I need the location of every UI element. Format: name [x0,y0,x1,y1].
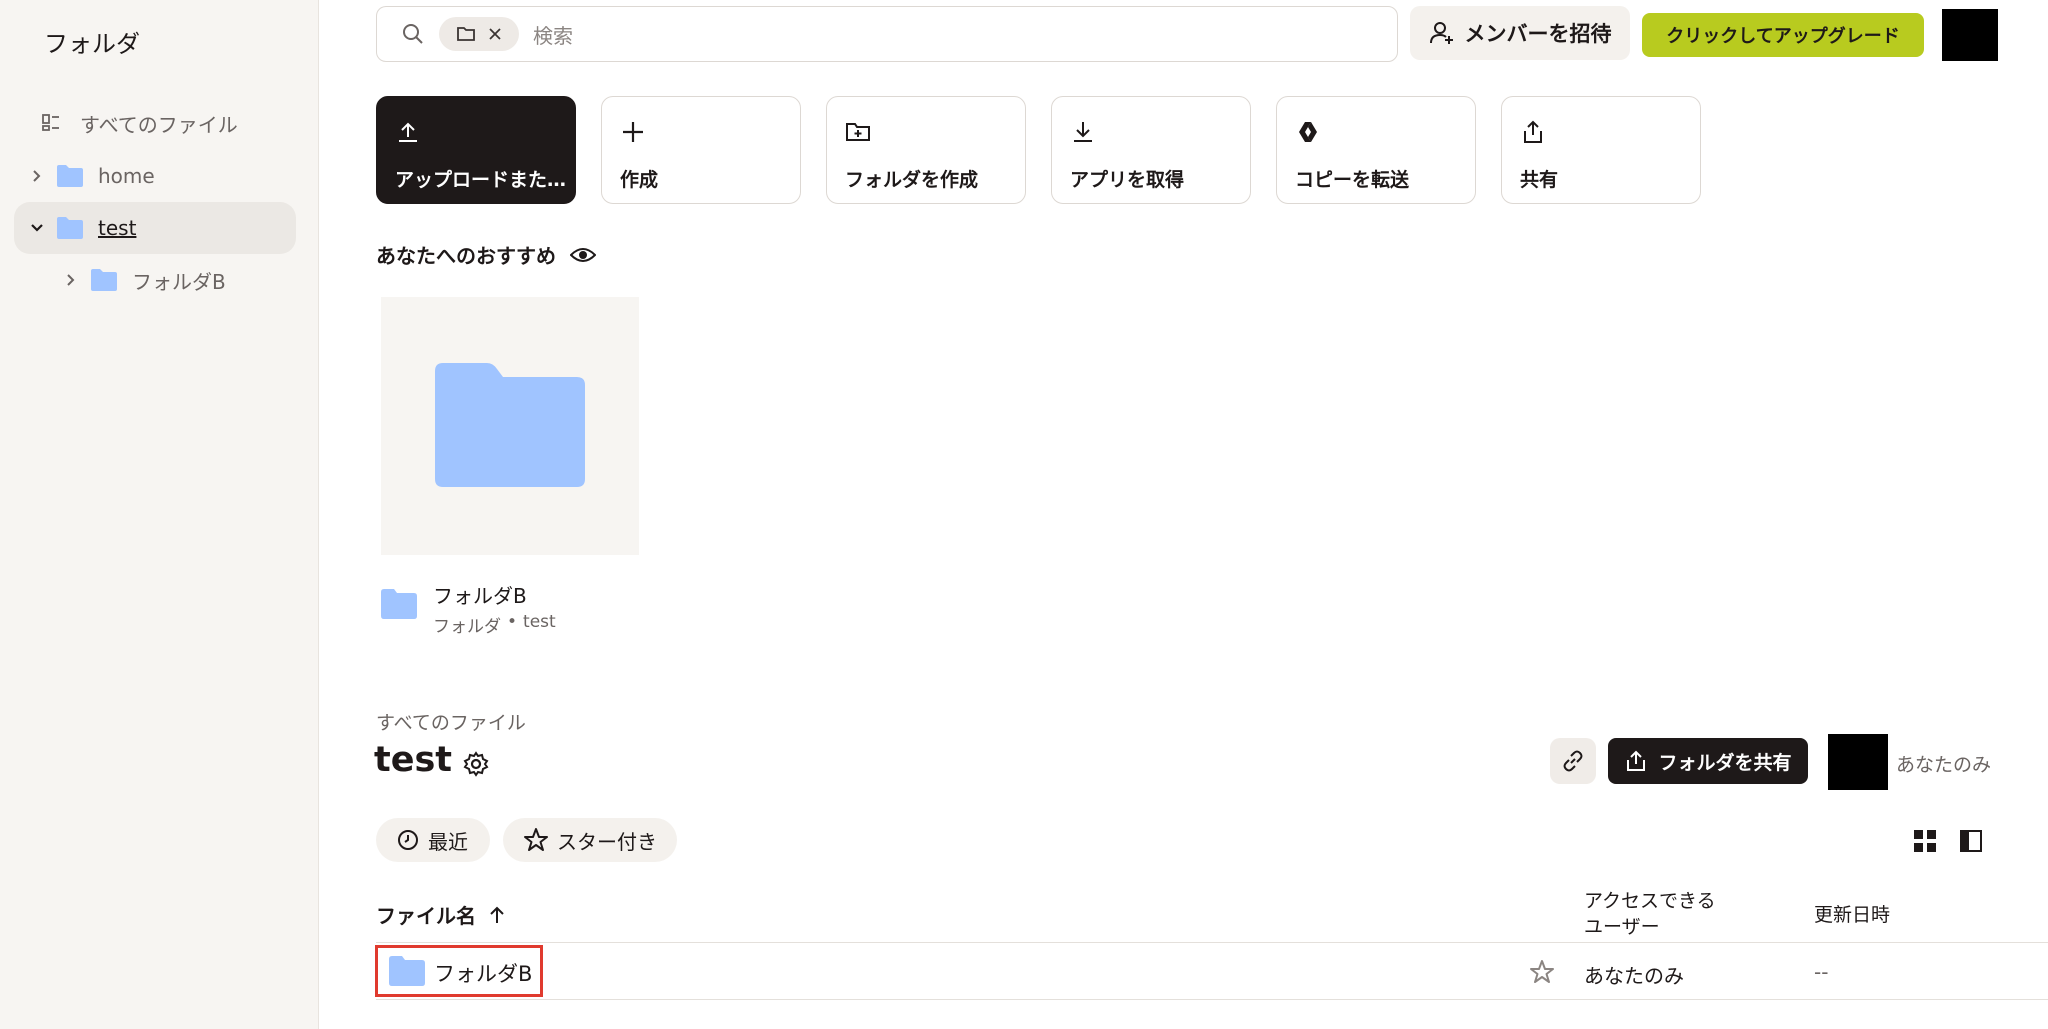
invite-members-button[interactable]: メンバーを招待 [1410,6,1630,60]
column-header-access[interactable]: アクセスできる ユーザー [1584,888,1716,940]
tile-label: フォルダを作成 [845,169,979,191]
column-header-label: アクセスできる [1584,890,1716,912]
side-panel-icon[interactable] [1958,828,1984,854]
copy-link-button[interactable] [1550,738,1596,784]
folder-icon [90,268,118,292]
share-folder-button[interactable]: フォルダを共有 [1608,738,1808,784]
clock-icon [396,828,420,852]
close-icon[interactable] [488,27,502,41]
share-folder-label: フォルダを共有 [1658,751,1792,774]
filter-label: スター付き [557,829,657,854]
upload-button[interactable]: アップロードまた… [376,96,576,204]
search-input[interactable]: 検索 [533,20,573,49]
avatar[interactable] [1828,734,1888,790]
gear-icon[interactable] [462,750,490,778]
chevron-right-icon[interactable] [62,271,80,289]
suggestions-title: あなたへのおすすめ [376,244,556,268]
suggestion-thumbnail[interactable] [381,297,639,555]
get-app-button[interactable]: アプリを取得 [1051,96,1251,204]
plus-icon [620,119,646,145]
share-icon [1520,119,1546,145]
access-status: あなたのみ [1896,754,1992,776]
avatar[interactable] [1942,9,1998,61]
column-header-name[interactable]: ファイル名 [376,900,506,929]
file-name-link[interactable]: フォルダB [434,958,532,988]
modified-cell: -- [1814,960,1829,984]
suggestion-name[interactable]: フォルダB [433,580,527,609]
folder-icon [435,363,585,487]
sidebar-item-label: すべてのファイル [80,112,238,137]
sidebar-title: フォルダ [44,30,140,58]
sidebar-item-label: フォルダB [132,269,226,294]
sidebar-item-folder-b[interactable]: フォルダB [14,254,296,306]
page-title: test [374,740,453,780]
transfer-copy-button[interactable]: コピーを転送 [1276,96,1476,204]
star-icon[interactable] [1528,958,1556,986]
download-icon [1070,119,1096,145]
chevron-down-icon[interactable] [28,219,46,237]
folder-filter-chip[interactable] [439,17,519,51]
tile-label: コピーを転送 [1295,169,1410,191]
search-bar[interactable]: 検索 [376,6,1398,62]
folder-icon [56,164,84,188]
transfer-icon [1295,119,1321,145]
divider [376,942,2048,943]
invite-label: メンバーを招待 [1464,22,1612,46]
tile-label: 作成 [620,169,659,191]
column-header-modified[interactable]: 更新日時 [1814,900,1890,927]
create-button[interactable]: 作成 [601,96,801,204]
folder-outline-icon [456,25,476,43]
recent-filter-button[interactable]: 最近 [376,818,490,862]
search-icon [401,22,425,46]
separator-dot: • [507,612,518,632]
suggestion-meta: フォルダ • test [433,612,556,637]
grid-view-icon[interactable] [1912,828,1938,854]
suggestion-type: フォルダ [433,617,501,637]
sidebar-item-label: test [98,216,137,240]
tile-label: アップロードまた… [395,169,567,191]
access-cell: あなたのみ [1584,964,1684,988]
folder-icon [56,216,84,240]
breadcrumb[interactable]: すべてのファイル [376,708,526,735]
column-header-label: ファイル名 [376,904,476,928]
create-folder-button[interactable]: フォルダを作成 [826,96,1026,204]
tile-label: アプリを取得 [1070,169,1185,191]
sidebar-item-label: home [98,164,155,188]
add-user-icon [1429,20,1455,46]
folder-icon [380,588,418,620]
sidebar-item-home[interactable]: home [14,150,296,202]
upload-icon [395,119,421,145]
sidebar-item-test[interactable]: test [14,202,296,254]
folder-plus-icon [845,119,871,145]
arrow-up-icon [488,905,506,925]
share-icon [1624,749,1648,773]
suggestions-heading: あなたへのおすすめ [376,240,596,269]
filter-label: 最近 [428,829,468,854]
sidebar-item-all-files[interactable]: すべてのファイル [14,97,296,149]
starred-filter-button[interactable]: スター付き [503,818,677,862]
suggestion-location: test [523,612,556,632]
upgrade-button[interactable]: クリックしてアップグレード [1642,13,1924,57]
chevron-right-icon[interactable] [28,167,46,185]
divider [376,999,2048,1000]
link-icon [1560,748,1586,774]
share-button[interactable]: 共有 [1501,96,1701,204]
star-icon [523,827,549,853]
all-files-icon [40,112,62,134]
column-header-label: ユーザー [1584,916,1660,938]
eye-icon[interactable] [570,245,596,265]
tile-label: 共有 [1520,169,1559,191]
sidebar: フォルダ すべてのファイル home test フォルダB [0,0,319,1029]
folder-icon [388,955,426,987]
